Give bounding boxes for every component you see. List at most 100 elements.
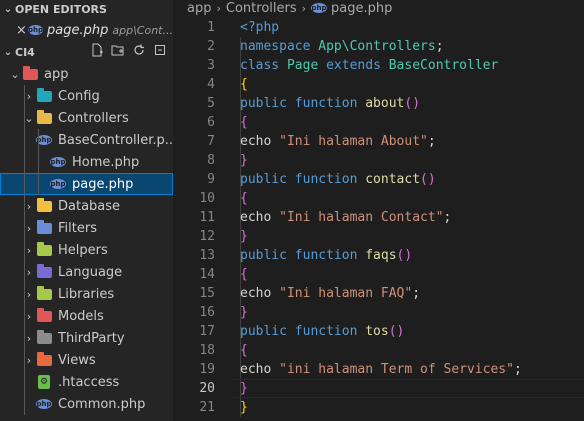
tree-item-label: Libraries — [58, 286, 115, 302]
line-number: 18 — [199, 343, 215, 358]
code-token: ; — [412, 286, 421, 301]
code-text: { — [240, 267, 248, 282]
code-line[interactable]: 19 echo "ini halaman Term of Services"; — [173, 360, 584, 379]
folder-models-icon — [36, 307, 52, 323]
open-editor-item[interactable]: × php page.php app\Cont... — [0, 19, 173, 41]
tree-item[interactable]: › ThirdParty — [0, 327, 173, 349]
refresh-icon[interactable] — [132, 43, 146, 61]
code-token: "Ini halaman FAQ" — [279, 286, 413, 301]
code-token: } — [240, 229, 248, 244]
code-line[interactable]: 2 namespace App\Controllers; — [173, 37, 584, 56]
line-number: 6 — [207, 115, 215, 130]
tree-item[interactable]: ⌄ Controllers — [0, 107, 173, 129]
tree-item[interactable]: ⚙ .htaccess — [0, 371, 173, 393]
chevron-down-icon: ⌄ — [3, 46, 13, 58]
code-token: ; — [427, 134, 436, 149]
chevron-down-icon: ⌄ — [10, 67, 20, 81]
code-line[interactable]: 9 public function contact() — [173, 170, 584, 189]
code-line[interactable]: 11 echo "Ini halaman Contact"; — [173, 208, 584, 227]
tree-item[interactable]: › Views — [0, 349, 173, 371]
tree-item[interactable]: › Filters — [0, 217, 173, 239]
folder-libraries-icon — [36, 285, 52, 301]
tree-item[interactable]: php Home.php — [0, 151, 173, 173]
line-number: 19 — [199, 362, 215, 377]
code-line[interactable]: 12} — [173, 227, 584, 246]
tree-indent-guide — [24, 129, 25, 151]
tree-item[interactable]: › Language — [0, 261, 173, 283]
code-line[interactable]: 20} — [173, 379, 584, 398]
code-token: App\Controllers — [318, 39, 436, 54]
code-token: public function — [240, 172, 366, 187]
code-line[interactable]: 14 { — [173, 265, 584, 284]
tree-item[interactable]: php page.php — [0, 173, 173, 195]
open-editors-title: OPEN EDITORS — [15, 3, 107, 16]
code-token: faqs — [365, 248, 397, 263]
collapse-all-icon[interactable] — [153, 43, 167, 61]
code-line[interactable]: 7 echo "Ini halaman About"; — [173, 132, 584, 151]
code-line[interactable]: 4{ — [173, 75, 584, 94]
code-line[interactable]: 18 { — [173, 341, 584, 360]
code-text: { — [240, 77, 248, 92]
tree-item[interactable]: ⌄ app — [0, 63, 173, 85]
close-icon[interactable]: × — [16, 23, 28, 38]
code-line[interactable]: 16} — [173, 303, 584, 322]
code-line[interactable]: 15 echo "Ini halaman FAQ"; — [173, 284, 584, 303]
code-line[interactable]: 17 public function tos() — [173, 322, 584, 341]
php-file-icon: php — [50, 177, 66, 191]
open-editor-name: page.php — [47, 22, 109, 38]
folder-shape — [36, 219, 52, 234]
code-token: "ini halaman Term of Services" — [279, 362, 514, 377]
code-token: namespace — [240, 39, 319, 54]
code-line[interactable]: 21} — [173, 398, 584, 417]
htaccess-badge: ⚙ — [38, 375, 50, 389]
code-token: () — [404, 96, 421, 111]
tree-item[interactable]: › Helpers — [0, 239, 173, 261]
code-token: () — [396, 248, 413, 263]
code-token: echo — [240, 210, 280, 225]
code-line[interactable]: 1 <?php — [173, 18, 584, 37]
tree-indent-guide — [38, 151, 39, 173]
code-text: { — [240, 343, 248, 358]
code-text: echo "Ini halaman FAQ"; — [240, 286, 420, 301]
code-text: <?php — [240, 20, 279, 35]
file-tree: ⌄ app › Config ⌄ Controllers php BaseController… — [0, 63, 173, 415]
tree-indent-guide — [24, 151, 25, 173]
tree-item-label: Database — [58, 198, 121, 214]
code-area[interactable]: 1 <?php 2 namespace App\Controllers; 3 class … — [173, 18, 584, 417]
open-editors-header[interactable]: ⌄ OPEN EDITORS — [0, 0, 173, 19]
line-number: 4 — [207, 77, 215, 92]
breadcrumb-controllers[interactable]: Controllers — [226, 1, 297, 16]
tree-item[interactable]: › Database — [0, 195, 173, 217]
tree-item[interactable]: › Libraries — [0, 283, 173, 305]
code-line[interactable]: 13 public function faqs() — [173, 246, 584, 265]
code-line[interactable]: 6{ — [173, 113, 584, 132]
breadcrumb-app[interactable]: app — [187, 1, 211, 16]
code-line[interactable]: 3 class Page extends BaseController — [173, 56, 584, 75]
breadcrumb-file[interactable]: page.php — [331, 1, 392, 16]
folder-shape — [36, 329, 52, 344]
code-token: ; — [443, 210, 452, 225]
tree-item[interactable]: php Common.php — [0, 393, 173, 415]
new-file-icon[interactable] — [90, 43, 104, 61]
tree-item[interactable]: php BaseController.p... — [0, 129, 173, 151]
code-line[interactable]: 8} — [173, 151, 584, 170]
code-token: } — [240, 381, 248, 396]
code-token: () — [388, 324, 405, 339]
code-line[interactable]: 5 public function about() — [173, 94, 584, 113]
tree-indent-guide — [24, 173, 25, 195]
workspace-header[interactable]: ⌄ CI4 — [0, 41, 173, 63]
line-number: 2 — [207, 39, 215, 54]
code-text: public function faqs() — [240, 248, 412, 263]
tree-item[interactable]: › Config — [0, 85, 173, 107]
code-editor[interactable]: app › Controllers › php page.php 1 <?php 2… — [173, 0, 584, 421]
tree-item[interactable]: › Models — [0, 305, 173, 327]
code-token: } — [240, 153, 248, 168]
code-token: echo — [240, 362, 280, 377]
new-folder-icon[interactable] — [111, 43, 125, 61]
folder-shape — [36, 197, 52, 212]
folder-thirdparty-icon — [36, 329, 52, 345]
tree-item-label: .htaccess — [58, 374, 120, 390]
code-line[interactable]: 10 { — [173, 189, 584, 208]
folder-app-icon — [22, 65, 38, 81]
code-text: echo "Ini halaman About"; — [240, 134, 436, 149]
